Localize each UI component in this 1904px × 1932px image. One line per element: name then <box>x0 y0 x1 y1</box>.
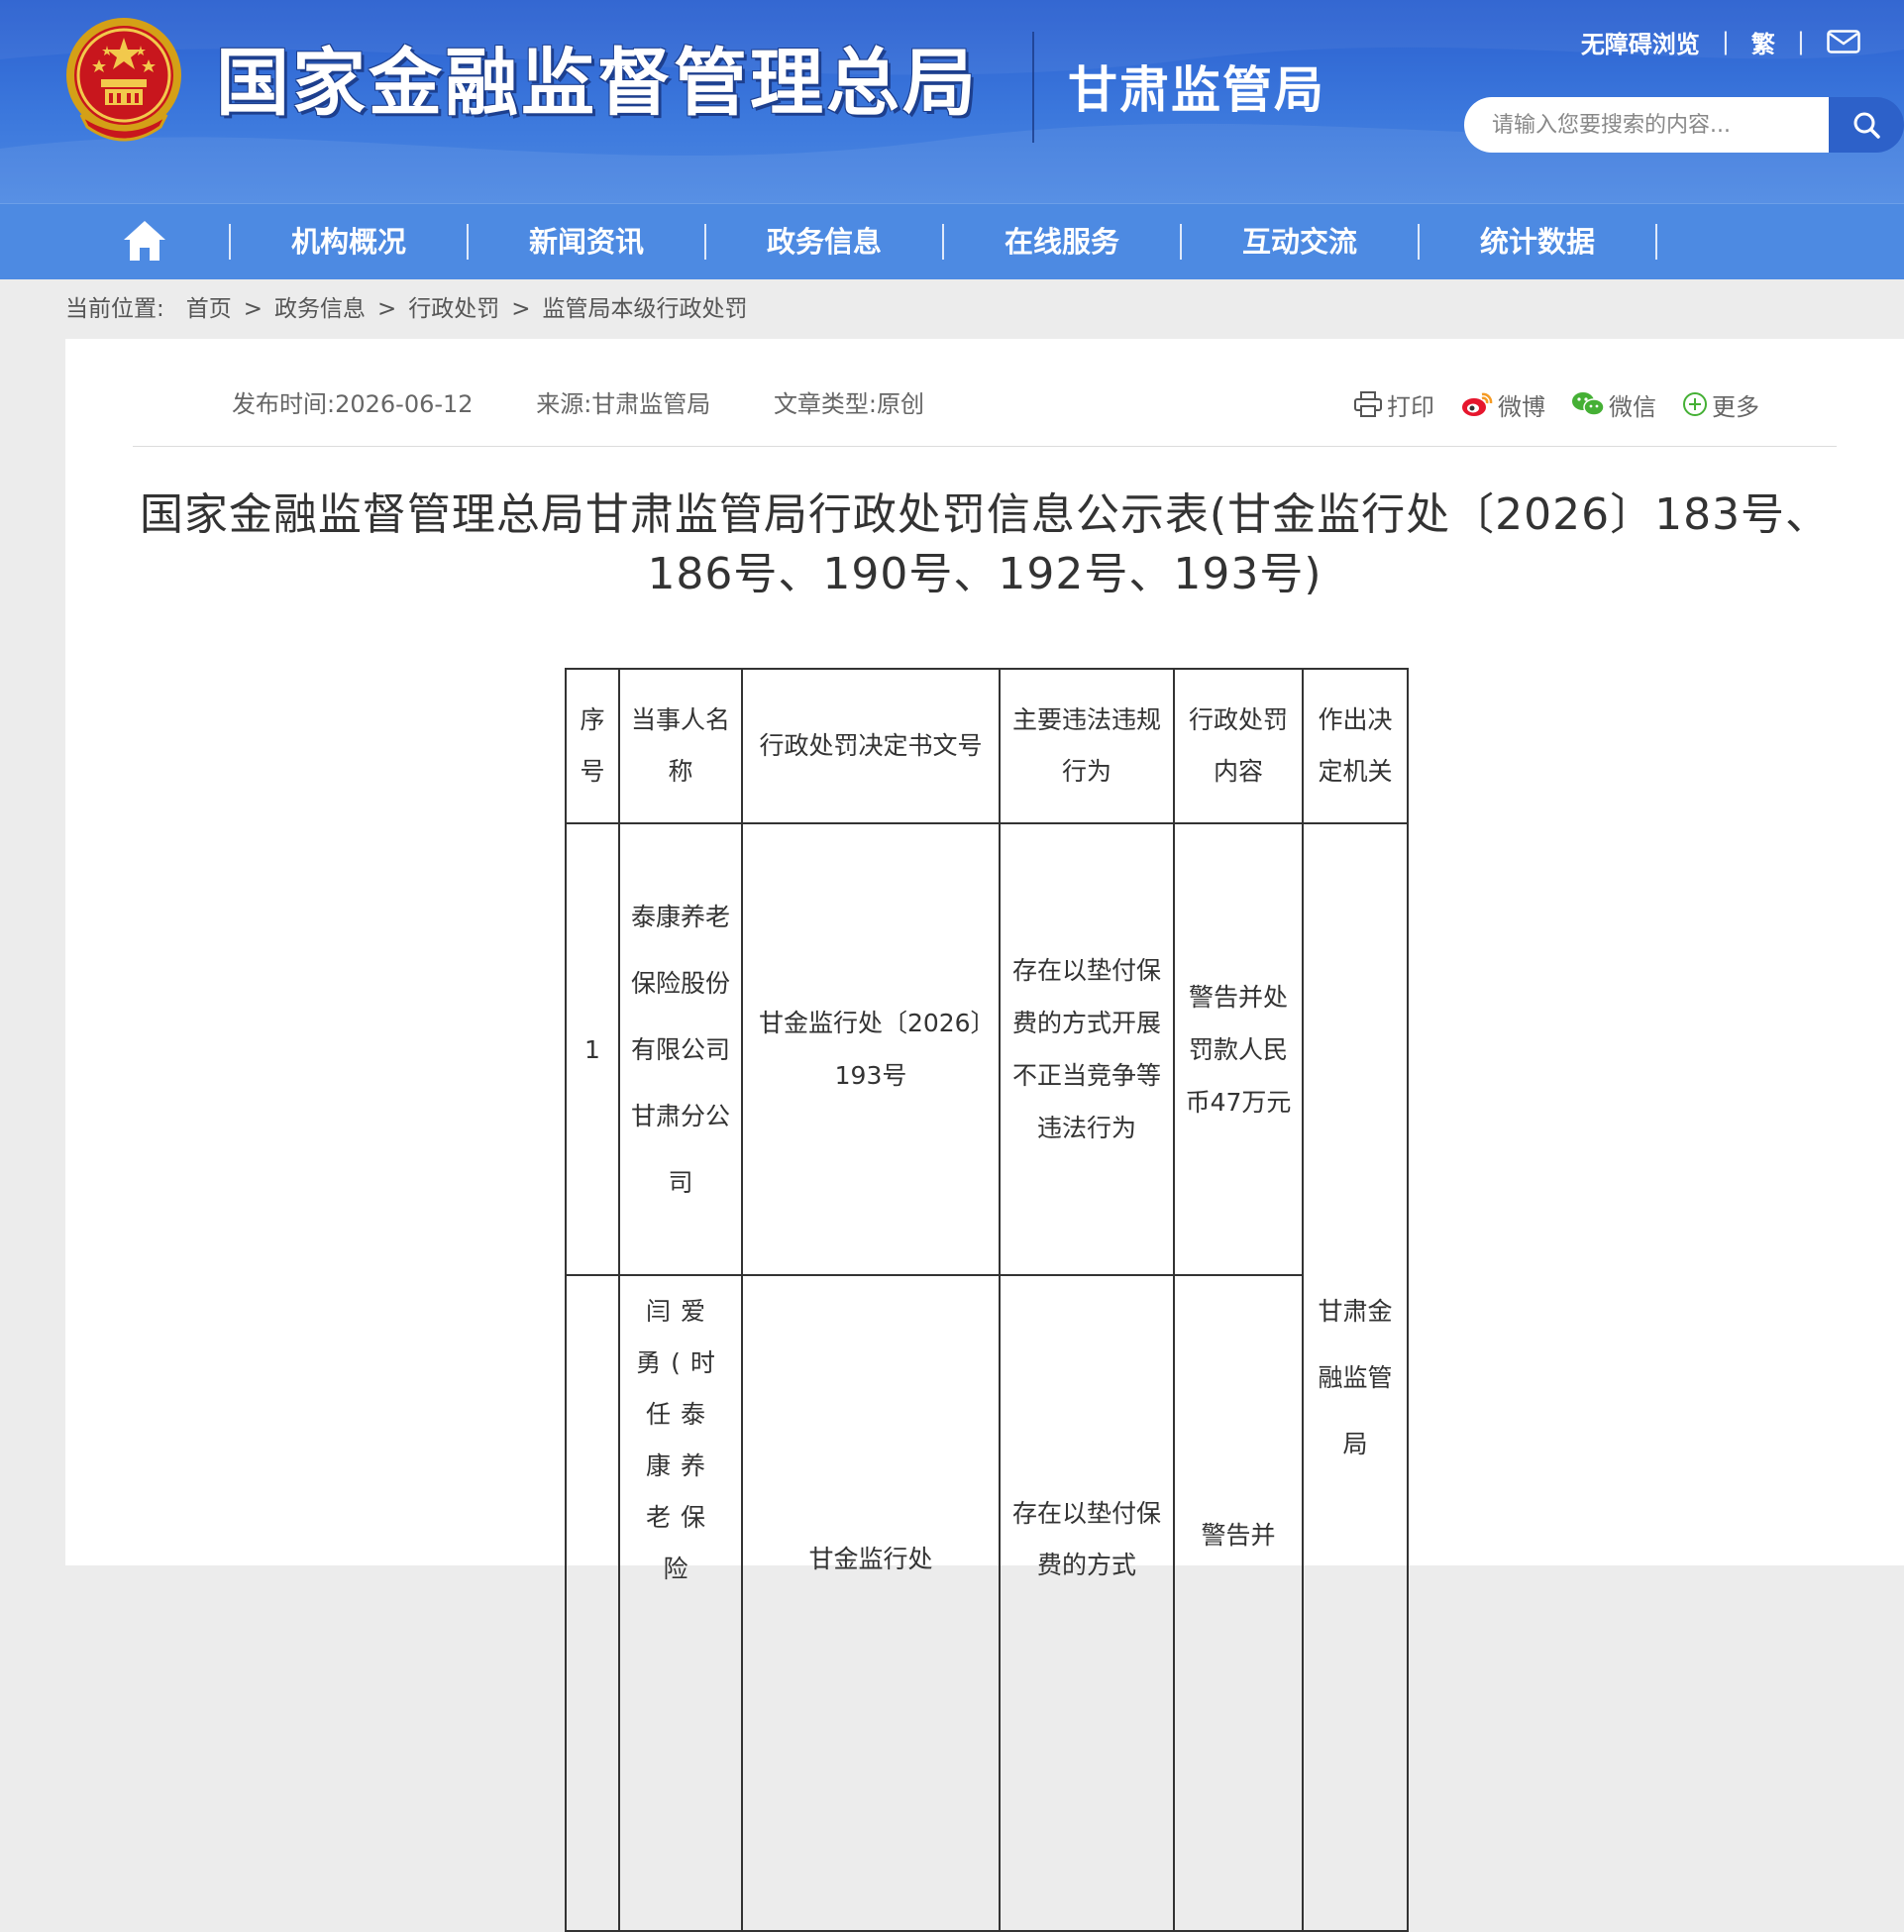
cell-violation: 存在以垫付保费的方式 <box>999 1274 1175 1932</box>
article-panel: 发布时间:2026-06-12 来源:甘肃监管局 文章类型:原创 打印 微博 微… <box>65 339 1904 1932</box>
penalty-table: 序号 当事人名称 行政处罚决定书文号 主要违法违规行为 行政处罚内容 作出决定机… <box>565 668 1409 1932</box>
header-divider <box>1032 32 1034 143</box>
site-sub-name: 甘肃监管局 <box>1068 61 1325 119</box>
cell-violation: 存在以垫付保费的方式开展不正当竞争等违法行为 <box>999 822 1175 1276</box>
weibo-icon <box>1462 392 1493 416</box>
search-box <box>1464 97 1904 153</box>
breadcrumb-government-info[interactable]: 政务信息 <box>274 296 366 322</box>
cell-no <box>565 1274 620 1932</box>
nav-item-government-info[interactable]: 政务信息 <box>706 204 942 279</box>
cell-party: 闫爱勇(时任泰康养老保险 <box>618 1274 743 1932</box>
breadcrumb-penalty[interactable]: 行政处罚 <box>408 296 499 322</box>
header-cell-authority: 作出决定机关 <box>1302 668 1409 824</box>
meta-divider <box>133 446 1837 447</box>
publish-time: 发布时间:2026-06-12 <box>232 390 474 418</box>
printer-icon <box>1354 391 1382 417</box>
cell-penalty: 警告并 <box>1173 1274 1304 1932</box>
search-icon <box>1853 112 1880 139</box>
breadcrumb: 当前位置: 首页 > 政务信息 > 行政处罚 > 监管局本级行政处罚 <box>65 296 748 322</box>
more-label: 更多 <box>1712 392 1759 421</box>
nav-item-statistics[interactable]: 统计数据 <box>1420 204 1655 279</box>
cell-doc-no: 甘金监行处〔2026〕193号 <box>741 822 1001 1276</box>
mail-icon[interactable] <box>1827 30 1860 54</box>
cell-no: 1 <box>565 822 620 1276</box>
national-emblem-icon <box>66 18 181 142</box>
nav-separator <box>1655 224 1657 260</box>
wechat-icon <box>1572 392 1605 416</box>
article-title: 国家金融监督管理总局甘肃监管局行政处罚信息公示表(甘金监行处〔2026〕183号… <box>139 489 1831 599</box>
cell-doc-no: 甘金监行处 <box>741 1274 1001 1932</box>
main-nav: 机构概况 新闻资讯 政务信息 在线服务 互动交流 统计数据 <box>0 203 1904 279</box>
top-links-separator: | <box>1796 28 1805 55</box>
header-cell-doc-no: 行政处罚决定书文号 <box>741 668 1001 824</box>
header-cell-penalty: 行政处罚内容 <box>1173 668 1304 824</box>
site-name: 国家金融监督管理总局 <box>216 41 979 126</box>
wechat-label: 微信 <box>1609 392 1656 421</box>
top-links: 无障碍浏览 | 繁 | <box>1581 24 1860 59</box>
more-share[interactable]: 更多 <box>1682 387 1759 422</box>
article-type: 文章类型:原创 <box>773 390 925 418</box>
weibo-share[interactable]: 微博 <box>1460 387 1545 422</box>
nav-item-online-service[interactable]: 在线服务 <box>944 204 1180 279</box>
article-source: 来源:甘肃监管局 <box>536 390 711 418</box>
article-meta: 发布时间:2026-06-12 来源:甘肃监管局 文章类型:原创 <box>232 384 980 424</box>
breadcrumb-label: 当前位置: <box>65 296 164 322</box>
plus-circle-icon <box>1683 392 1707 416</box>
table-row: 闫爱勇(时任泰康养老保险 甘金监行处 存在以垫付保费的方式 警告并 <box>565 1274 1408 1932</box>
print-button[interactable]: 打印 <box>1353 387 1434 422</box>
header-cell-party: 当事人名称 <box>618 668 743 824</box>
cell-authority: 甘肃金融监管局 <box>1302 822 1409 1932</box>
table-row: 1 泰康养老保险股份有限公司甘肃分公司 甘金监行处〔2026〕193号 存在以垫… <box>565 822 1409 1932</box>
share-bar: 打印 微博 微信 更多 <box>1353 384 1785 424</box>
home-icon[interactable] <box>121 218 168 264</box>
search-input[interactable] <box>1464 97 1829 153</box>
search-button[interactable] <box>1829 97 1904 153</box>
header-cell-no: 序号 <box>565 668 620 824</box>
nav-item-interaction[interactable]: 互动交流 <box>1182 204 1418 279</box>
breadcrumb-home[interactable]: 首页 <box>186 296 232 322</box>
traditional-chinese-link[interactable]: 繁 <box>1751 25 1775 59</box>
nav-item-news[interactable]: 新闻资讯 <box>469 204 704 279</box>
table-header-row: 序号 当事人名称 行政处罚决定书文号 主要违法违规行为 行政处罚内容 作出决定机… <box>565 668 1409 824</box>
wechat-share[interactable]: 微信 <box>1571 387 1656 422</box>
cell-penalty: 警告并处罚款人民币47万元 <box>1173 822 1304 1276</box>
breadcrumb-current[interactable]: 监管局本级行政处罚 <box>543 296 748 322</box>
print-label: 打印 <box>1387 392 1434 421</box>
weibo-label: 微博 <box>1498 392 1545 421</box>
nav-item-about[interactable]: 机构概况 <box>231 204 467 279</box>
top-links-separator: | <box>1721 28 1730 55</box>
site-header: 国家金融监督管理总局 甘肃监管局 无障碍浏览 | 繁 | <box>0 0 1904 203</box>
cell-party: 泰康养老保险股份有限公司甘肃分公司 <box>618 822 743 1276</box>
accessibility-link[interactable]: 无障碍浏览 <box>1581 25 1700 59</box>
header-cell-violation: 主要违法违规行为 <box>999 668 1175 824</box>
